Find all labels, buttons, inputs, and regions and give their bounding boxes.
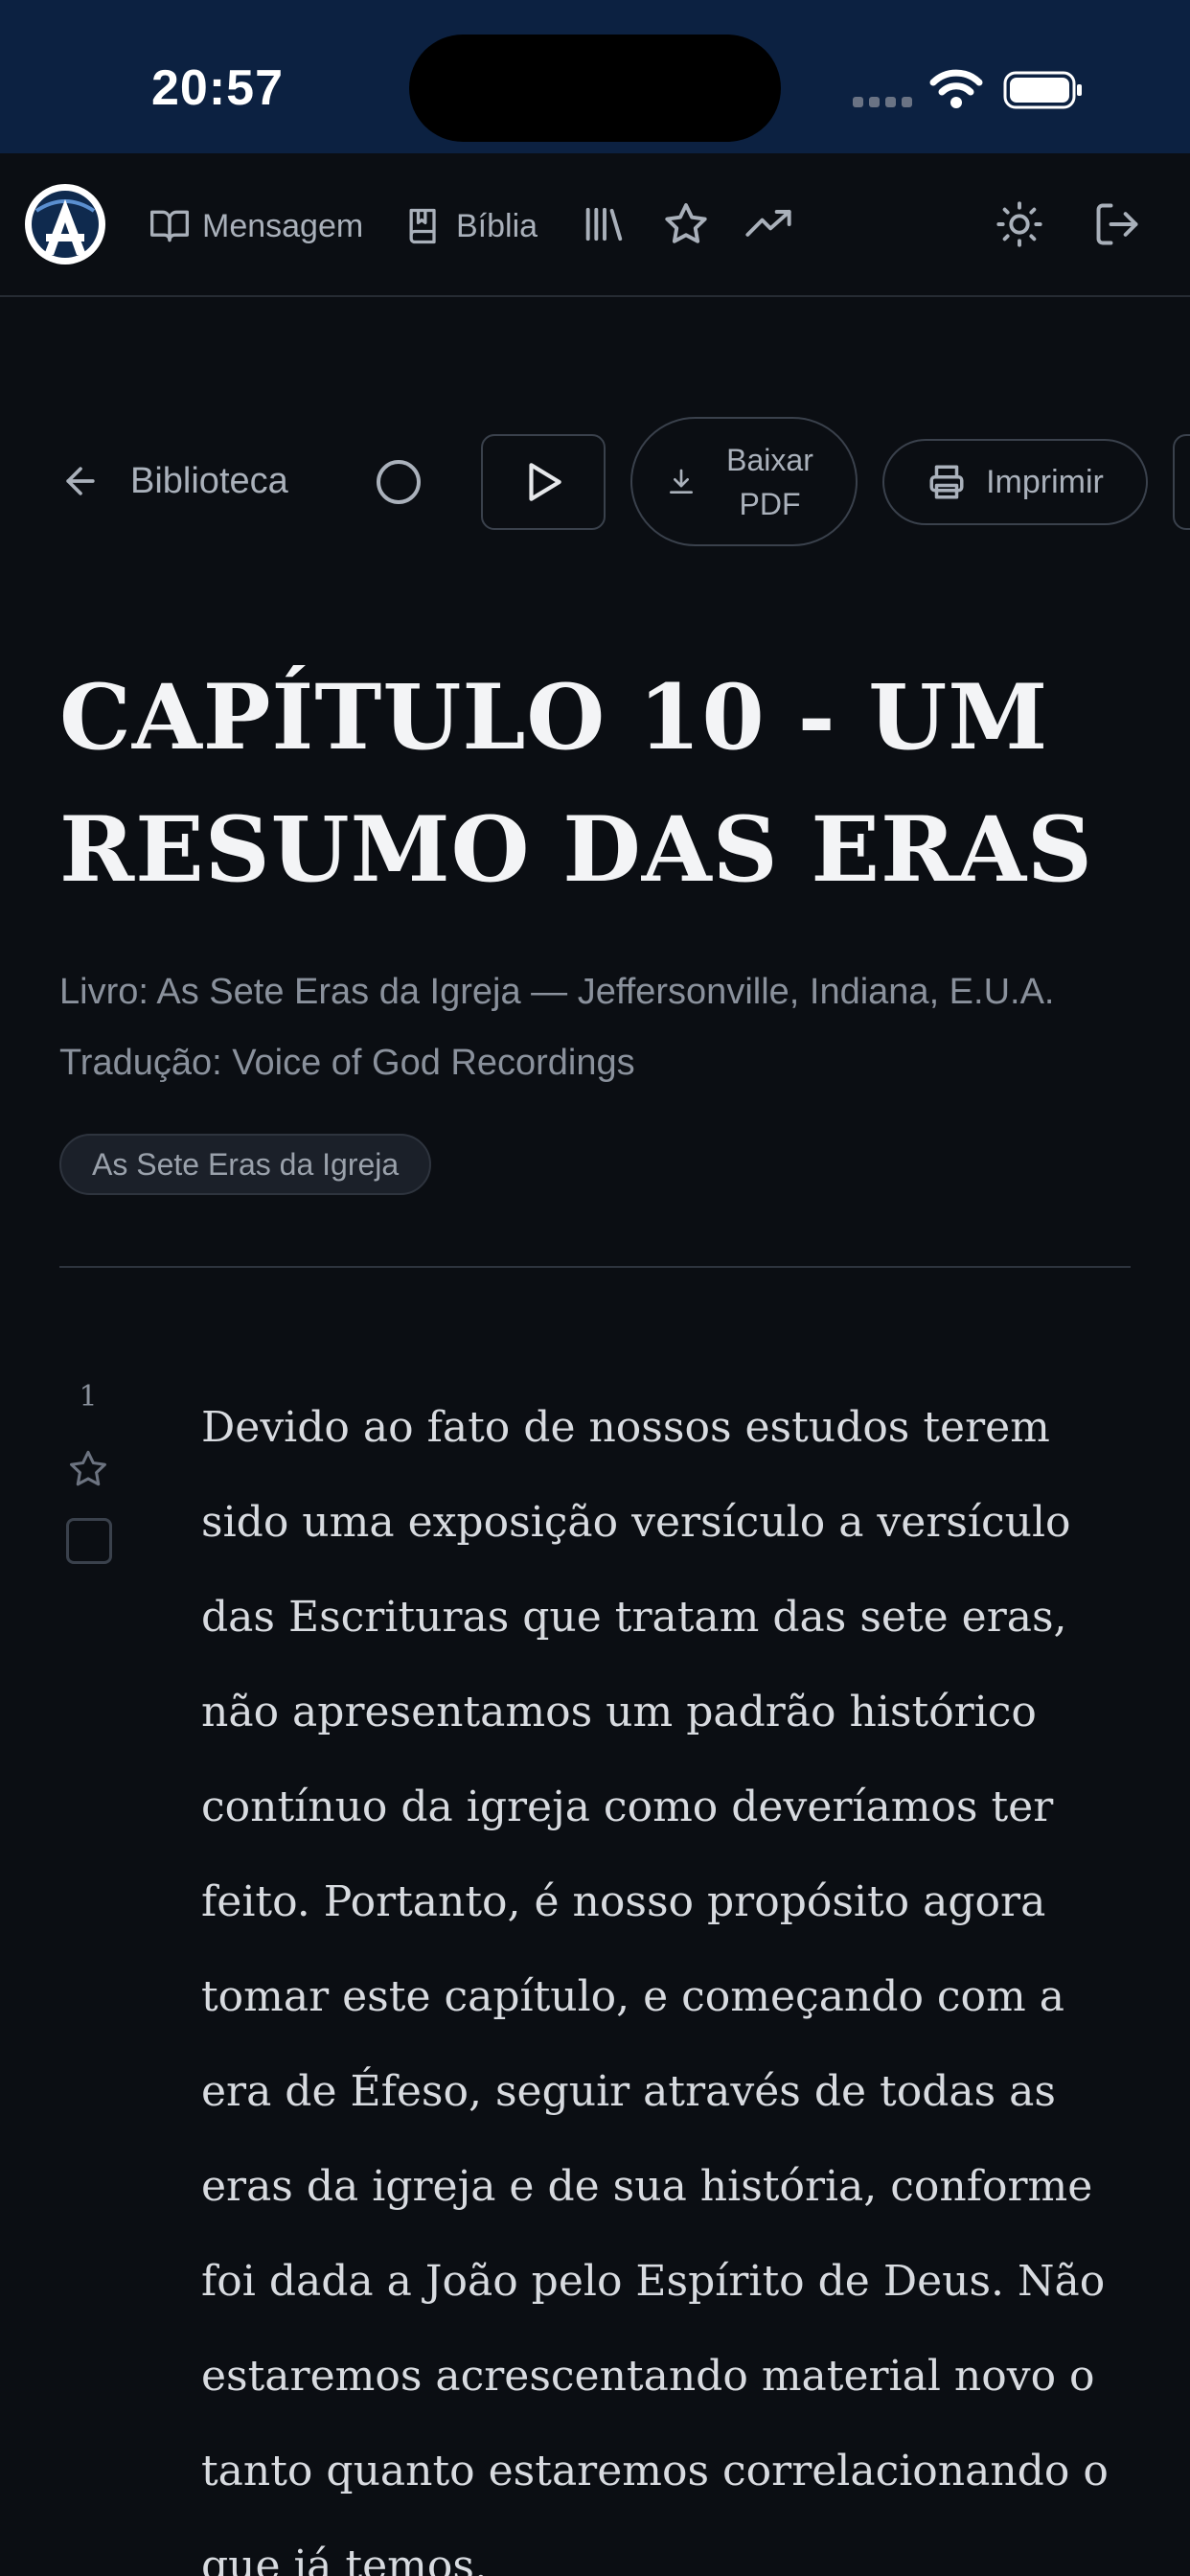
nav-trending[interactable] (744, 199, 793, 249)
nav-favorites[interactable] (661, 199, 711, 249)
theme-toggle[interactable] (995, 199, 1044, 249)
nav-biblia-label: Bíblia (456, 207, 538, 244)
signal-icon (853, 94, 912, 107)
book-tag[interactable]: As Sete Eras da Igreja (59, 1134, 432, 1195)
paragraph-number: 1 (79, 1380, 98, 1414)
download-pdf-label: Baixar PDF (726, 442, 813, 521)
print-button[interactable]: Imprimir (882, 439, 1148, 525)
print-label: Imprimir (986, 463, 1104, 500)
nav-mensagem[interactable]: Mensagem (149, 199, 363, 253)
status-time: 20:57 (151, 60, 284, 116)
bible-icon (409, 208, 436, 244)
nav-biblia[interactable]: Bíblia (402, 199, 538, 253)
page-title: CAPÍTULO 10 - UM RESUMO DAS ERAS (59, 665, 1093, 903)
wifi-icon (929, 69, 983, 108)
logout-button[interactable] (1092, 199, 1142, 249)
document-meta: Livro: As Sete Eras da Igreja — Jefferso… (59, 956, 1171, 1098)
battery-icon (1003, 71, 1082, 109)
download-icon (669, 469, 693, 494)
book-info: Livro: As Sete Eras da Igreja — Jefferso… (59, 972, 1055, 1012)
status-bar: 20:57 (0, 0, 1190, 153)
read-status-toggle[interactable] (377, 460, 421, 504)
nav-mensagem-label: Mensagem (202, 207, 364, 244)
back-label: Biblioteca (130, 460, 288, 501)
nav-library[interactable] (580, 199, 629, 249)
dynamic-island (409, 34, 781, 142)
paragraph-favorite-star-icon[interactable] (66, 1447, 110, 1491)
paragraph-text: Devido ao fato de nossos estudos terem s… (201, 1403, 1109, 2576)
more-actions-button[interactable] (1173, 434, 1190, 530)
translation-info: Tradução: Voice of God Recordings (59, 1043, 635, 1083)
play-audio-button[interactable] (481, 434, 606, 530)
divider (59, 1266, 1131, 1268)
app-navbar: Mensagem Bíblia (0, 153, 1190, 297)
trending-icon (745, 210, 791, 237)
logout-icon (1096, 203, 1138, 245)
sun-icon (996, 201, 1042, 247)
app-logo-icon[interactable] (23, 182, 107, 266)
printer-icon (929, 465, 964, 499)
back-to-library-link[interactable]: Biblioteca (59, 450, 288, 512)
book-open-icon (150, 210, 189, 242)
library-icon (585, 207, 623, 242)
download-pdf-button[interactable]: Baixar PDF (630, 417, 858, 546)
arrow-left-icon (66, 467, 95, 495)
star-icon (665, 203, 707, 243)
play-icon (529, 463, 561, 501)
paragraph-select-checkbox[interactable] (66, 1518, 112, 1564)
